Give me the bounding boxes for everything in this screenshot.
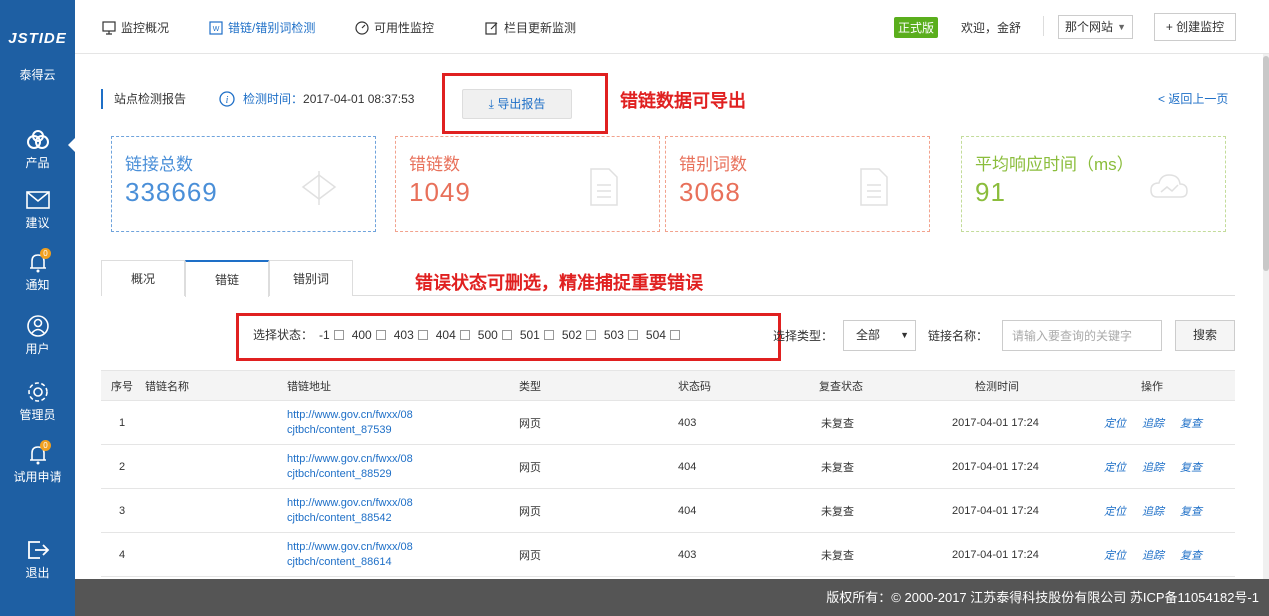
detect-time: i 检测时间：2017-04-01 08:37:53 [219, 89, 414, 109]
info-icon: i [219, 91, 235, 107]
tab-broken-links[interactable]: 错链 [185, 260, 269, 297]
recheck-link[interactable]: 复查 [1180, 547, 1202, 563]
monitor-icon [102, 20, 116, 35]
logo: JSTIDE [8, 30, 67, 47]
locate-link[interactable]: 定位 [1104, 459, 1126, 475]
tab-typos[interactable]: 错别词 [269, 260, 353, 296]
locate-link[interactable]: 定位 [1104, 547, 1126, 563]
recheck-link[interactable]: 复查 [1180, 459, 1202, 475]
scrollbar-thumb[interactable] [1263, 56, 1269, 271]
cloud-icon [1150, 174, 1188, 198]
sidebar-item-label: 退出 [25, 566, 50, 580]
annotation-box-export [442, 73, 608, 134]
stat-card-total-links: 链接总数 338669 [111, 136, 376, 232]
link-url[interactable]: http://www.gov.cn/fwxx/08 cjtbch/content_… [287, 445, 413, 488]
svg-text:i: i [226, 95, 229, 106]
link-url[interactable]: http://www.gov.cn/fwxx/08 cjtbch/content_… [287, 401, 413, 444]
tab-overview[interactable]: 概况 [101, 260, 185, 296]
report-title: 站点检测报告 [101, 89, 186, 109]
nav-availability[interactable]: 可用性监控 [355, 19, 434, 36]
welcome-text: 欢迎，金舒 [961, 21, 1022, 35]
scrollbar[interactable] [1263, 54, 1269, 579]
sidebar-item-product[interactable]: 产品 [0, 128, 75, 171]
link-icon [301, 171, 337, 205]
divider [1043, 16, 1044, 36]
brand-name: 泰得云 [19, 68, 56, 82]
logout-icon [27, 541, 49, 559]
link-url[interactable]: http://www.gov.cn/fwxx/08 cjtbch/content_… [287, 533, 413, 576]
nav-column-update[interactable]: 栏目更新监测 [485, 19, 576, 36]
broken-links-table: 序号 错链名称 错链地址 类型 状态码 复查状态 检测时间 操作 1 http:… [101, 370, 1235, 577]
sidebar-item-notify[interactable]: 0 通知 [0, 248, 75, 293]
locate-link[interactable]: 定位 [1104, 415, 1126, 431]
annotation-box-filter [236, 313, 781, 361]
annotation-filter-note: 错误状态可删选，精准捕捉重要错误 [415, 273, 703, 293]
stat-card-response-time: 平均响应时间（ms） 91 [961, 136, 1226, 232]
gear-icon [27, 382, 48, 402]
table-row: 4 http://www.gov.cn/fwxx/08 cjtbch/conten… [101, 533, 1235, 577]
trial-badge: 0 [40, 440, 51, 451]
name-label: 链接名称： [928, 329, 989, 343]
document-icon [860, 168, 888, 206]
sidebar-item-logout[interactable]: 退出 [0, 538, 75, 581]
nav-monitor-overview[interactable]: 监控概况 [102, 19, 169, 36]
gauge-icon [355, 20, 369, 35]
search-button[interactable]: 搜索 [1175, 320, 1235, 351]
footer-copyright: 版权所有：© 2000-2017 江苏泰得科技股份有限公司 苏ICP备11054… [75, 579, 1269, 616]
sidebar-item-admin[interactable]: 管理员 [0, 380, 75, 423]
recheck-link[interactable]: 复查 [1180, 503, 1202, 519]
link-url[interactable]: http://www.gov.cn/fwxx/08 cjtbch/content_… [287, 489, 413, 532]
doc-w-icon: W [209, 20, 223, 35]
trace-link[interactable]: 追踪 [1142, 547, 1164, 563]
sidebar-item-label: 通知 [25, 278, 50, 292]
table-row: 3 http://www.gov.cn/fwxx/08 cjtbch/conten… [101, 489, 1235, 533]
stat-card-typos: 错别词数 3068 [665, 136, 930, 232]
chevron-down-icon: ▼ [1117, 22, 1126, 32]
sidebar: JSTIDE 泰得云 产品 建议 0 通知 用户 管理员 0 试用申请 退出 [0, 0, 75, 616]
locate-link[interactable]: 定位 [1104, 503, 1126, 519]
back-link[interactable]: < 返回上一页 [1158, 90, 1228, 107]
notify-badge: 0 [40, 248, 51, 259]
create-monitor-button[interactable]: + 创建监控 [1154, 13, 1236, 41]
product-icon [26, 130, 49, 149]
table-row: 2 http://www.gov.cn/fwxx/08 cjtbch/conten… [101, 445, 1235, 489]
edit-icon [485, 21, 498, 35]
version-badge: 正式版 [894, 17, 939, 38]
mail-icon [25, 191, 50, 209]
sidebar-item-label: 用户 [25, 342, 50, 356]
sidebar-item-user[interactable]: 用户 [0, 314, 75, 357]
sidebar-item-label: 建议 [25, 216, 50, 230]
table-row: 1 http://www.gov.cn/fwxx/08 cjtbch/conten… [101, 401, 1235, 445]
sidebar-item-label: 产品 [25, 156, 50, 170]
svg-text:W: W [213, 26, 220, 33]
nav-link-check[interactable]: W 错链/错别词检测 [209, 19, 315, 36]
sidebar-item-label: 试用申请 [13, 470, 62, 484]
sidebar-item-label: 管理员 [19, 408, 56, 422]
sidebar-item-trial[interactable]: 0 试用申请 [0, 440, 75, 485]
trace-link[interactable]: 追踪 [1142, 459, 1164, 475]
type-label: 选择类型： [773, 329, 834, 343]
link-name-input[interactable] [1002, 320, 1162, 351]
recheck-link[interactable]: 复查 [1180, 415, 1202, 431]
trace-link[interactable]: 追踪 [1142, 503, 1164, 519]
document-icon [590, 168, 618, 206]
annotation-export-note: 错链数据可导出 [620, 91, 746, 111]
sidebar-item-suggest[interactable]: 建议 [0, 188, 75, 231]
user-icon [26, 315, 49, 337]
chevron-down-icon: ▼ [900, 330, 909, 340]
site-select[interactable]: 那个网站 ▼ [1058, 15, 1133, 39]
stat-card-broken-links: 错链数 1049 [395, 136, 660, 232]
app: JSTIDE 泰得云 产品 建议 0 通知 用户 管理员 0 试用申请 退出 监… [0, 0, 1269, 616]
top-nav: 监控概况 W 错链/错别词检测 可用性监控 栏目更新监测 正式版 欢迎，金舒 那… [75, 0, 1269, 54]
type-select[interactable]: 全部 ▼ [843, 320, 916, 351]
table-header: 序号 错链名称 错链地址 类型 状态码 复查状态 检测时间 操作 [101, 370, 1235, 401]
trace-link[interactable]: 追踪 [1142, 415, 1164, 431]
